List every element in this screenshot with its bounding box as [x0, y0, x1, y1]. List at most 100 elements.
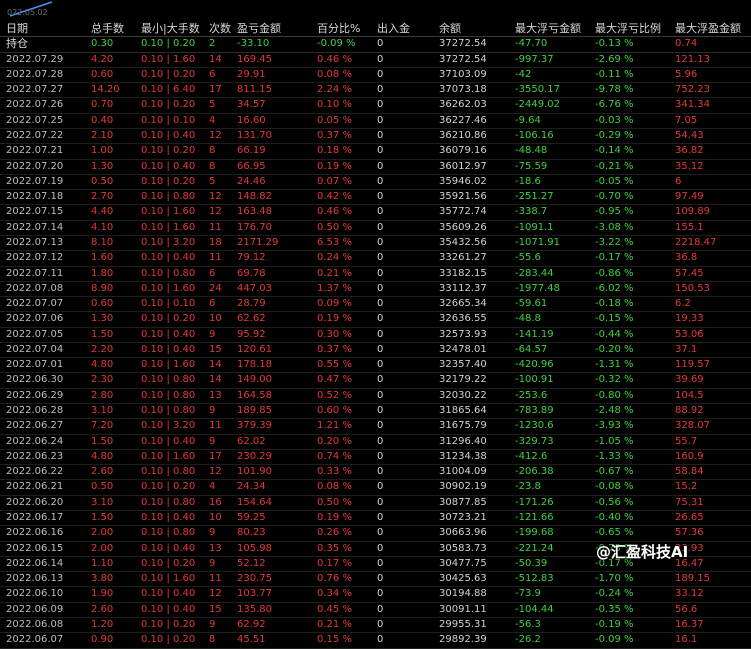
cell-pnl: 163.48 — [237, 204, 317, 221]
cell-total-lots: 4.10 — [91, 220, 141, 236]
cell-max-float-profit: 7.05 — [675, 113, 751, 129]
header-deposit[interactable]: 出入金 — [377, 22, 439, 38]
table-row[interactable]: 2022.07.27 14.20 0.10 | 6.40 17 811.15 2.24 %… — [0, 82, 751, 99]
header-percent[interactable]: 百分比% — [317, 22, 377, 38]
table-row[interactable]: 2022.06.08 1.20 0.10 | 0.20 9 62.92 0.21 % 0 29… — [0, 617, 751, 634]
table-row[interactable]: 2022.07.08 8.90 0.10 | 1.60 24 447.03 1.37 % 0… — [0, 281, 751, 298]
header-total-lots[interactable]: 总手数 — [91, 22, 141, 38]
cell-count: 12 — [209, 189, 237, 206]
table-row[interactable]: 2022.07.11 1.80 0.10 | 0.80 6 69.78 0.21 % 0 33… — [0, 266, 751, 282]
cell-min-max-lots: 0.10 | 0.40 — [141, 602, 209, 618]
table-row[interactable]: 2022.07.01 4.80 0.10 | 1.60 14 178.18 0.55 % 0… — [0, 357, 751, 374]
cell-date: 2022.07.26 — [0, 97, 91, 114]
cell-percent: 0.19 % — [317, 510, 377, 527]
table-row[interactable]: 2022.07.19 0.50 0.10 | 0.20 5 24.46 0.07 % 0 35… — [0, 174, 751, 191]
cell-max-float-loss: -59.61 — [515, 296, 595, 313]
header-balance[interactable]: 余额 — [439, 22, 515, 38]
cell-pnl: 16.60 — [237, 113, 317, 129]
cell-max-float-loss: -141.19 — [515, 327, 595, 343]
table-row[interactable]: 2022.06.07 0.90 0.10 | 0.20 8 45.51 0.15 % 0 29… — [0, 632, 751, 649]
cell-balance: 36079.16 — [439, 143, 515, 160]
cell-min-max-lots: 0.10 | 0.80 — [141, 495, 209, 512]
cell-max-float-loss: -26.2 — [515, 632, 595, 649]
table-row[interactable]: 2022.07.06 1.30 0.10 | 0.20 10 62.62 0.19 % 0 3… — [0, 311, 751, 328]
cell-balance: 30477.75 — [439, 556, 515, 573]
table-row[interactable]: 2022.07.29 4.20 0.10 | 1.60 14 169.45 0.46 % 0… — [0, 52, 751, 68]
table-row[interactable]: 2022.06.24 1.50 0.10 | 0.40 9 62.02 0.20 % 0 31… — [0, 434, 751, 450]
table-row[interactable]: 2022.07.28 0.60 0.10 | 0.20 6 29.91 0.08 % 0 37… — [0, 67, 751, 84]
table-row[interactable]: 2022.06.10 1.90 0.10 | 0.40 12 103.77 0.34 % 0… — [0, 586, 751, 603]
cell-count: 8 — [209, 143, 237, 160]
cell-max-float-profit: 26.65 — [675, 510, 751, 527]
cell-pnl: 379.39 — [237, 418, 317, 435]
cell-max-float-loss: -171.26 — [515, 495, 595, 512]
cell-balance: 35772.74 — [439, 204, 515, 221]
table-row[interactable]: 2022.07.26 0.70 0.10 | 0.20 5 34.57 0.10 % 0 36… — [0, 97, 751, 114]
cell-count: 24 — [209, 281, 237, 298]
cell-max-float-loss-ratio: -0.44 % — [595, 327, 675, 343]
cell-max-float-loss-ratio: -1.31 % — [595, 357, 675, 374]
table-row[interactable]: 2022.07.15 4.40 0.10 | 1.60 12 163.48 0.46 % 0… — [0, 204, 751, 221]
cell-percent: 0.60 % — [317, 403, 377, 420]
watermark: @汇盈科技AI — [596, 541, 688, 562]
table-row[interactable]: 2022.06.16 2.00 0.10 | 0.80 9 80.23 0.26 % 0 30… — [0, 525, 751, 542]
cell-total-lots: 3.80 — [91, 571, 141, 588]
table-row[interactable]: 2022.07.20 1.30 0.10 | 0.40 8 66.95 0.19 % 0 36… — [0, 159, 751, 175]
table-row[interactable]: 2022.06.21 0.50 0.10 | 0.20 4 24.34 0.08 % 0 30… — [0, 479, 751, 496]
table-row[interactable]: 2022.07.04 2.20 0.10 | 0.40 15 120.61 0.37 % 0… — [0, 342, 751, 359]
table-row[interactable]: 2022.07.18 2.70 0.10 | 0.80 12 148.82 0.42 % 0… — [0, 189, 751, 206]
table-row[interactable]: 2022.07.21 1.00 0.10 | 0.20 8 66.19 0.18 % 0 36… — [0, 143, 751, 160]
table-header-row: 日期 总手数 最小|大手数 次数 盈亏金额 百分比% 出入金 余额 最大浮亏金额 最大浮亏比例 最大… — [0, 22, 751, 38]
table-row[interactable]: 2022.07.14 4.10 0.10 | 1.60 11 176.70 0.50 % 0… — [0, 220, 751, 236]
cell-balance: 32357.40 — [439, 357, 515, 374]
cell-max-float-loss: -48.8 — [515, 311, 595, 328]
table-row[interactable]: 2022.07.25 0.40 0.10 | 0.10 4 16.60 0.05 % 0 36… — [0, 113, 751, 129]
table-row[interactable]: 2022.06.23 4.80 0.10 | 1.60 17 230.29 0.74 % 0… — [0, 449, 751, 466]
header-pnl[interactable]: 盈亏金额 — [237, 22, 317, 38]
cell-min-max-lots: 0.10 | 0.80 — [141, 372, 209, 389]
cell-pnl: 101.90 — [237, 464, 317, 481]
header-count[interactable]: 次数 — [209, 22, 237, 38]
cell-max-float-loss-ratio: -0.08 % — [595, 479, 675, 496]
cell-date: 2022.06.23 — [0, 449, 91, 466]
cell-date: 2022.07.04 — [0, 342, 91, 359]
cell-max-float-profit: 53.06 — [675, 327, 751, 343]
header-date[interactable]: 日期 — [0, 22, 91, 38]
table-row[interactable]: 2022.07.05 1.50 0.10 | 0.40 9 95.92 0.30 % 0 32… — [0, 327, 751, 343]
table-row[interactable]: 2022.07.22 2.10 0.10 | 0.40 12 131.70 0.37 % 0… — [0, 128, 751, 145]
cell-max-float-profit: 2218.47 — [675, 235, 751, 252]
cell-count: 16 — [209, 495, 237, 512]
cell-total-lots: 1.50 — [91, 434, 141, 450]
cell-min-max-lots: 0.10 | 0.80 — [141, 388, 209, 405]
header-max-float-loss[interactable]: 最大浮亏金额 — [515, 22, 595, 38]
table-row[interactable]: 2022.06.28 3.10 0.10 | 0.80 9 189.85 0.60 % 0 3… — [0, 403, 751, 420]
table-row[interactable]: 2022.06.30 2.30 0.10 | 0.80 14 149.00 0.47 % 0… — [0, 372, 751, 389]
cell-total-lots: 2.20 — [91, 342, 141, 359]
cell-pnl: 164.58 — [237, 388, 317, 405]
header-max-float-profit[interactable]: 最大浮盈金额 — [675, 22, 751, 38]
table-row[interactable]: 2022.07.07 0.60 0.10 | 0.10 6 28.79 0.09 % 0 32… — [0, 296, 751, 313]
table-row[interactable]: 2022.06.27 7.20 0.10 | 3.20 11 379.39 1.21 % 0… — [0, 418, 751, 435]
cell-percent: 0.35 % — [317, 541, 377, 557]
position-summary-row[interactable]: 持仓 0.30 0.10 | 0.20 2 -33.10 -0.09 % 0 37272.54… — [0, 36, 751, 53]
table-row[interactable]: 2022.06.13 3.80 0.10 | 1.60 11 230.75 0.76 % 0… — [0, 571, 751, 588]
cell-max-float-loss: -100.91 — [515, 372, 595, 389]
cell-max-float-loss-ratio: -0.95 % — [595, 204, 675, 221]
table-row[interactable]: 2022.06.29 2.80 0.10 | 0.80 13 164.58 0.52 % 0… — [0, 388, 751, 405]
table-row[interactable]: 2022.06.17 1.50 0.10 | 0.40 10 59.25 0.19 % 0 3… — [0, 510, 751, 527]
cell-pnl: 103.77 — [237, 586, 317, 603]
cell-total-lots: 14.20 — [91, 82, 141, 99]
cell-balance: 30723.21 — [439, 510, 515, 527]
table-row[interactable]: 2022.06.20 3.10 0.10 | 0.80 16 154.64 0.50 % 0… — [0, 495, 751, 512]
table-row[interactable]: 2022.06.22 2.60 0.10 | 0.80 12 101.90 0.33 % 0… — [0, 464, 751, 481]
cell-percent: 0.37 % — [317, 128, 377, 145]
table-row[interactable]: 2022.07.12 1.60 0.10 | 0.40 11 79.12 0.24 % 0 3… — [0, 250, 751, 267]
cell-max-float-loss-ratio: -0.40 % — [595, 510, 675, 527]
header-max-float-loss-ratio[interactable]: 最大浮亏比例 — [595, 22, 675, 38]
header-min-max-lots[interactable]: 最小|大手数 — [141, 22, 209, 38]
table-row[interactable]: 2022.06.09 2.60 0.10 | 0.40 15 135.80 0.45 % 0… — [0, 602, 751, 618]
cell-max-float-loss: -199.68 — [515, 525, 595, 542]
table-row[interactable]: 2022.07.13 8.10 0.10 | 3.20 18 2171.29 6.53 %… — [0, 235, 751, 252]
cell-balance: 35609.26 — [439, 220, 515, 236]
cell-max-float-profit: 189.15 — [675, 571, 751, 588]
